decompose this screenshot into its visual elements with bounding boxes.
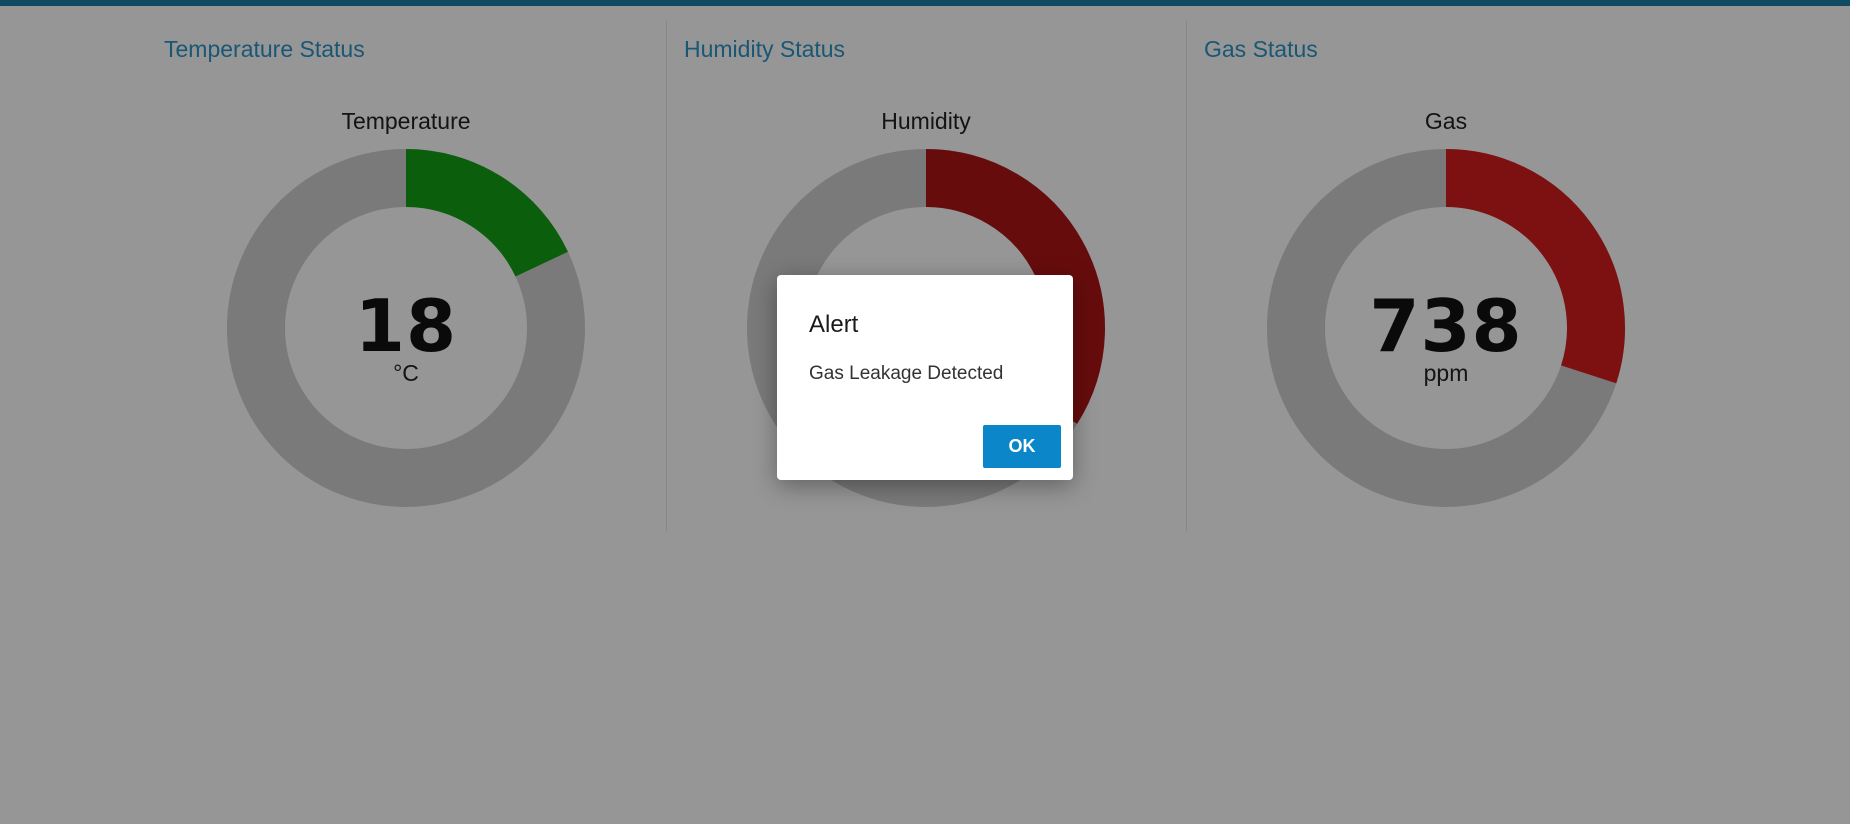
alert-dialog: Alert Gas Leakage Detected OK — [777, 275, 1073, 480]
dialog-message: Gas Leakage Detected — [809, 363, 1004, 384]
dialog-title: Alert — [809, 311, 859, 338]
ok-button[interactable]: OK — [983, 425, 1061, 468]
